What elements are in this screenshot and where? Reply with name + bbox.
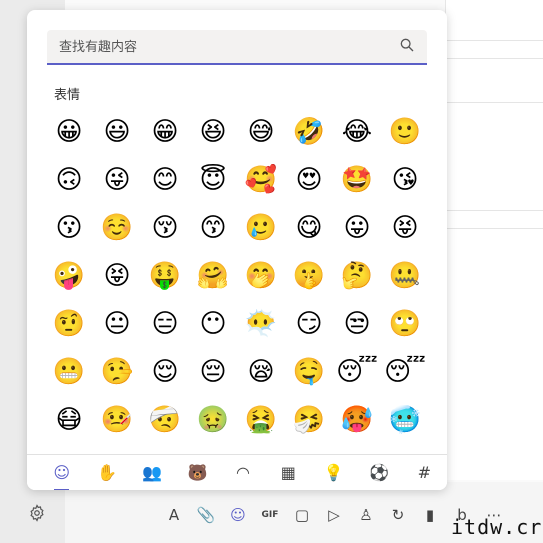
emoji-item[interactable]: 🥰: [237, 156, 285, 204]
divider: [445, 210, 543, 211]
emoji-item[interactable]: 😬: [45, 348, 93, 396]
emoji-item[interactable]: 🙂: [381, 108, 429, 156]
tab-food-icon[interactable]: ◠: [220, 455, 265, 491]
emoji-item[interactable]: 😚: [141, 204, 189, 252]
format-icon[interactable]: A: [158, 502, 190, 528]
tab-symbols-icon[interactable]: #: [402, 455, 447, 491]
emoji-item[interactable]: 😃: [93, 108, 141, 156]
emoji-item[interactable]: 🤢: [189, 396, 237, 444]
emoji-item[interactable]: 😶‍🌫️: [237, 300, 285, 348]
emoji-item[interactable]: 🥲: [237, 204, 285, 252]
emoji-item[interactable]: 😙: [189, 204, 237, 252]
search-icon[interactable]: [399, 37, 417, 55]
emoji-item[interactable]: 🤩: [333, 156, 381, 204]
emoji-item[interactable]: 😴: [333, 348, 381, 396]
emoji-item[interactable]: 😏: [285, 300, 333, 348]
emoji-item[interactable]: 😆: [189, 108, 237, 156]
send-schedule-icon[interactable]: ▷: [318, 502, 350, 528]
tab-objects-icon[interactable]: ▦: [266, 455, 311, 491]
settings-gear-icon[interactable]: [25, 501, 49, 525]
emoji-item[interactable]: 😅: [237, 108, 285, 156]
emoji-item[interactable]: 🥵: [333, 396, 381, 444]
emoji-item[interactable]: 🤒: [93, 396, 141, 444]
search-input[interactable]: [57, 34, 391, 60]
emoji-item[interactable]: 😍: [285, 156, 333, 204]
praise-icon[interactable]: ♙: [350, 502, 382, 528]
tab-animals-icon[interactable]: 🐻: [175, 455, 220, 491]
emoji-item[interactable]: 😑: [141, 300, 189, 348]
tab-smileys-icon[interactable]: ☺: [39, 455, 84, 490]
emoji-item[interactable]: 😂: [333, 108, 381, 156]
emoji-item[interactable]: 😇: [189, 156, 237, 204]
emoji-item[interactable]: 🤪: [45, 252, 93, 300]
emoji-grid: 😀 😃 😁 😆 😅 🤣 😂 🙂 🙃 😜 😊 😇 🥰 😍 🤩 😘 😗 ☺️ 😚 😙 🥲 😋 😛 😝 🤪 😝 🤑 🤗 🤭 🤫 🤔 🤐 🤨 😐 😑 😶 😶‍🌫…: [45, 108, 439, 444]
attach-icon[interactable]: 📎: [190, 502, 222, 528]
tab-ideas-icon[interactable]: 💡: [311, 455, 356, 491]
message-card-background: [445, 0, 543, 480]
emoji-item[interactable]: 😗: [45, 204, 93, 252]
emoji-item[interactable]: 😷: [45, 396, 93, 444]
emoji-item[interactable]: 😀: [45, 108, 93, 156]
emoji-item[interactable]: 😔: [189, 348, 237, 396]
emoji-item[interactable]: 😴: [381, 348, 429, 396]
emoji-item[interactable]: 🤕: [141, 396, 189, 444]
emoji-item[interactable]: 🤗: [189, 252, 237, 300]
emoji-item[interactable]: 🙄: [381, 300, 429, 348]
tab-activities-icon[interactable]: ⚽: [356, 455, 401, 491]
emoji-item[interactable]: 😛: [333, 204, 381, 252]
emoji-item[interactable]: 😝: [381, 204, 429, 252]
emoji-item[interactable]: 🥶: [381, 396, 429, 444]
emoji-item[interactable]: 😊: [141, 156, 189, 204]
divider: [445, 40, 543, 41]
emoji-picker-panel: 表情 😀😃😁😆😅🤣😂🙂🙃😜😊😇🥰😍🤩😘😗☺️😚😙🥲😋😛😝🤪😝🤑🤗🤭🤫🤔🤐🤨😐😑😶…: [27, 10, 447, 490]
emoji-item[interactable]: 😁: [141, 108, 189, 156]
emoji-item[interactable]: 🙃: [45, 156, 93, 204]
emoji-item[interactable]: 😐: [93, 300, 141, 348]
search-box[interactable]: [47, 30, 427, 65]
emoji-item[interactable]: 🤤: [285, 348, 333, 396]
tab-group-icon[interactable]: 👥: [130, 455, 175, 491]
emoji-item[interactable]: 🤨: [45, 300, 93, 348]
sticker-icon[interactable]: ▢: [286, 502, 318, 528]
emoji-item[interactable]: 🤔: [333, 252, 381, 300]
tab-people-icon[interactable]: ✋: [84, 455, 129, 491]
emoji-item[interactable]: 🤫: [285, 252, 333, 300]
gif-icon[interactable]: GIF: [254, 502, 286, 528]
section-title: 表情: [54, 88, 81, 103]
emoji-item[interactable]: 🤭: [237, 252, 285, 300]
loop-icon[interactable]: ↻: [382, 502, 414, 528]
emoji-item[interactable]: 🤮: [237, 396, 285, 444]
category-tabbar: ☺ ✋ 👥 🐻 ◠ ▦ 💡 ⚽ #: [27, 454, 447, 490]
emoji-item[interactable]: 😪: [237, 348, 285, 396]
emoji-item[interactable]: 🤑: [141, 252, 189, 300]
emoji-item[interactable]: 😋: [285, 204, 333, 252]
emoji-item[interactable]: 😘: [381, 156, 429, 204]
emoji-item[interactable]: 🤧: [285, 396, 333, 444]
emoji-item[interactable]: 😶: [189, 300, 237, 348]
emoji-item[interactable]: 🤐: [381, 252, 429, 300]
emoji-item[interactable]: ☺️: [93, 204, 141, 252]
emoji-item[interactable]: 😌: [141, 348, 189, 396]
emoji-item[interactable]: 😜: [93, 156, 141, 204]
emoji-item[interactable]: 😝: [93, 252, 141, 300]
emoji-item[interactable]: 😒: [333, 300, 381, 348]
emoji-item[interactable]: 🤥: [93, 348, 141, 396]
emoji-item[interactable]: 🤣: [285, 108, 333, 156]
divider: [445, 102, 543, 103]
divider: [445, 58, 543, 59]
apps-icon[interactable]: ▮: [414, 502, 446, 528]
divider: [445, 228, 543, 229]
watermark: itdw.cr: [451, 515, 543, 539]
emoji-icon[interactable]: ☺: [222, 502, 254, 528]
